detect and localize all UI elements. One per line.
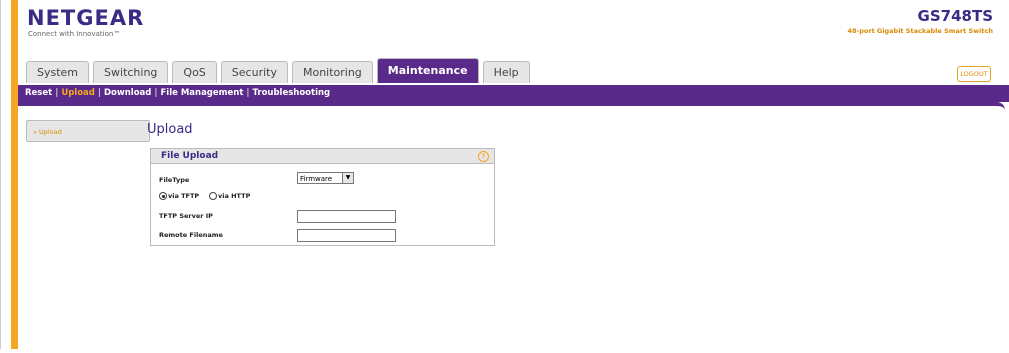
model-description: 48-port Gigabit Stackable Smart Switch xyxy=(847,27,994,35)
tab-system[interactable]: System xyxy=(26,61,90,83)
help-icon[interactable]: ? xyxy=(478,151,489,162)
sidebar-item-upload[interactable]: » Upload xyxy=(26,120,150,142)
content-area: » Upload Upload File Upload ? FileType F… xyxy=(18,102,1005,353)
tab-monitoring[interactable]: Monitoring xyxy=(291,61,373,83)
remote-filename-input[interactable] xyxy=(297,229,396,242)
main-tabs: System Switching QoS Security Monitoring… xyxy=(26,58,534,83)
chevron-down-icon[interactable]: ▼ xyxy=(342,173,353,183)
subnav-upload[interactable]: Upload xyxy=(58,85,98,102)
tab-security[interactable]: Security xyxy=(220,61,288,83)
tab-switching[interactable]: Switching xyxy=(93,61,169,83)
filetype-select[interactable]: Firmware ▼ xyxy=(297,172,354,184)
panel-header: File Upload ? xyxy=(151,149,494,164)
left-border xyxy=(0,0,1,349)
app-frame: NETGEAR Connect with Innovation™ GS748TS… xyxy=(0,0,1009,353)
page-title: Upload xyxy=(147,122,193,137)
subnav-reset[interactable]: Reset xyxy=(22,85,55,102)
subnav-troubleshooting[interactable]: Troubleshooting xyxy=(250,85,334,102)
radio-via-tftp[interactable] xyxy=(159,192,167,200)
radio-http-label: via HTTP xyxy=(218,192,251,200)
tab-qos[interactable]: QoS xyxy=(172,61,217,83)
subnav-download[interactable]: Download xyxy=(101,85,154,102)
file-upload-panel: File Upload ? FileType Firmware ▼ via TF… xyxy=(150,148,495,246)
tftp-server-ip-label: TFTP Server IP xyxy=(159,212,213,220)
tab-help[interactable]: Help xyxy=(482,61,530,83)
filetype-selected-value: Firmware xyxy=(300,175,333,183)
remote-filename-label: Remote Filename xyxy=(159,231,223,239)
subnav-file-management[interactable]: File Management xyxy=(157,85,246,102)
radio-via-http[interactable] xyxy=(209,192,217,200)
netgear-logo: NETGEAR xyxy=(27,6,145,30)
filetype-label: FileType xyxy=(159,176,190,184)
left-accent-bar xyxy=(11,0,18,349)
panel-title: File Upload xyxy=(161,151,219,161)
logo-tagline: Connect with Innovation™ xyxy=(28,30,121,38)
subnav-bar: Reset | Upload | Download | File Management… xyxy=(18,85,1009,102)
tftp-server-ip-input[interactable] xyxy=(297,210,396,223)
logout-button[interactable]: LOGOUT xyxy=(957,66,991,82)
tab-maintenance[interactable]: Maintenance xyxy=(376,58,479,83)
model-name: GS748TS xyxy=(917,7,993,25)
radio-tftp-label: via TFTP xyxy=(168,192,200,200)
